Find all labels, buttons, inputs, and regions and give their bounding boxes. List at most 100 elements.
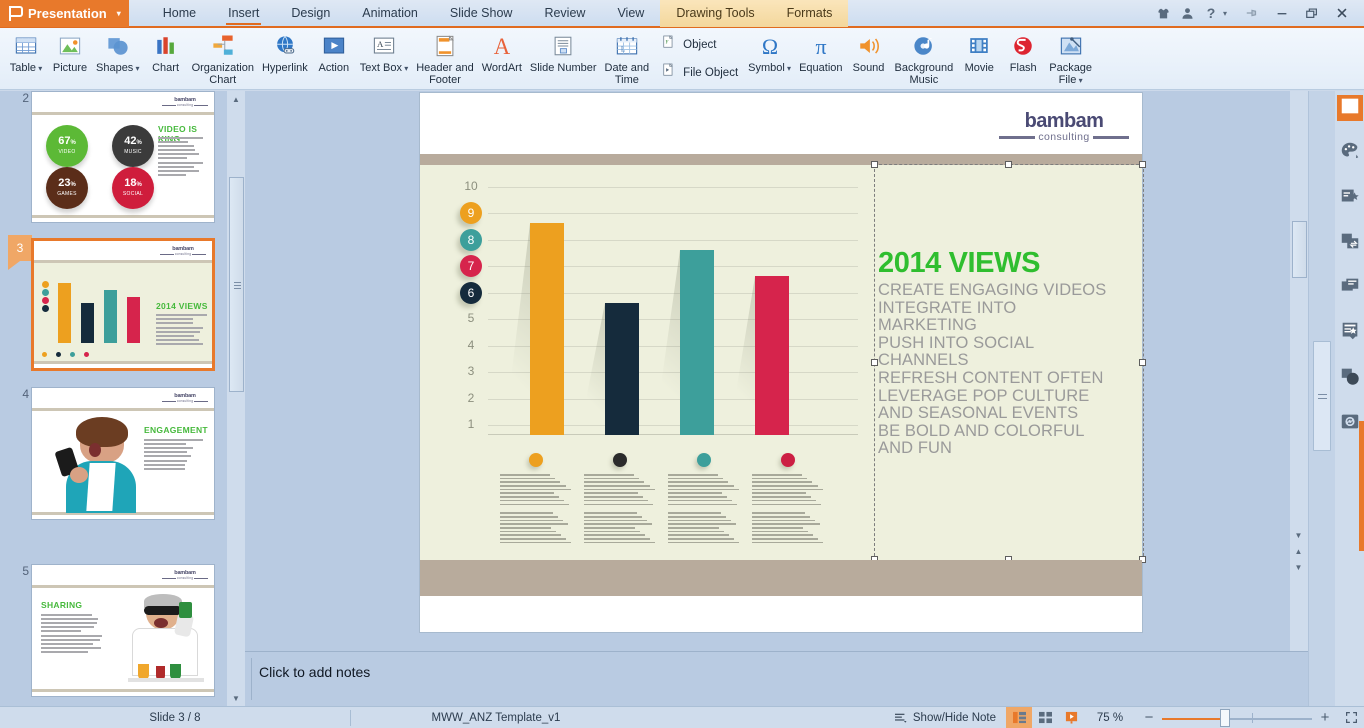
- ribbon-flash-button[interactable]: Flash: [1001, 28, 1045, 90]
- rail-grip-icon[interactable]: [1313, 341, 1331, 451]
- ribbon-slide-number-button[interactable]: Slide Number: [526, 28, 601, 90]
- slide-thumbnail-2[interactable]: 2 bambam consulting 67% VIDEO 42% MUSIC 23% GAME…: [31, 91, 215, 223]
- shirt-icon[interactable]: [1152, 1, 1174, 25]
- ribbon-table-button[interactable]: Table ▾: [4, 28, 48, 90]
- chevron-down-icon[interactable]: ▾: [36, 64, 42, 73]
- ribbon-picture-button[interactable]: Picture: [48, 28, 92, 90]
- selection-handle[interactable]: [871, 161, 878, 168]
- chevron-down-icon[interactable]: ▾: [1076, 76, 1082, 85]
- task-pane-rail[interactable]: [1308, 91, 1364, 706]
- thumbnail-preview[interactable]: bambam consulting 67% VIDEO 42% MUSIC 23% GAMES…: [31, 91, 215, 223]
- thumbnail-preview[interactable]: bambam consulting ENGAGEMENT: [31, 387, 215, 520]
- slide-number-icon: [549, 31, 577, 61]
- bar-chart[interactable]: 10 9 8 7 6 5 4 3 2 1: [458, 179, 858, 443]
- menu-item-drawing-tools[interactable]: Drawing Tools: [660, 0, 770, 27]
- slide-thumbnail-5[interactable]: 5 bambam consulting SHARING: [31, 564, 215, 697]
- menu-item-view[interactable]: View: [601, 0, 660, 27]
- user-icon[interactable]: [1176, 1, 1198, 25]
- editor-scroll-thumb[interactable]: [1292, 221, 1307, 278]
- design-palette-button[interactable]: [1337, 140, 1363, 166]
- close-icon[interactable]: [1328, 1, 1356, 25]
- pin-icon[interactable]: [1238, 1, 1266, 25]
- slide-sorter-view-button[interactable]: [1032, 707, 1058, 728]
- slide-master-button[interactable]: [1337, 275, 1363, 301]
- notes-pane[interactable]: Click to add notes: [245, 651, 1308, 706]
- rail-splitter[interactable]: [1309, 91, 1335, 706]
- notes-placeholder[interactable]: Click to add notes: [259, 664, 370, 680]
- selection-handle[interactable]: [871, 359, 878, 366]
- previous-slide-icon[interactable]: ▼: [1290, 527, 1307, 543]
- ribbon-date-and-time-button[interactable]: L Date and Time: [601, 28, 654, 90]
- app-brand-button[interactable]: Presentation ▾: [0, 0, 129, 27]
- ribbon-shapes-button[interactable]: Shapes ▾: [92, 28, 144, 90]
- menu-item-insert[interactable]: Insert: [212, 0, 275, 27]
- ribbon-object-button[interactable]: F Object: [659, 31, 738, 59]
- help-dropdown-icon[interactable]: ▾: [1214, 1, 1236, 25]
- stat-circle: 18% SOCIAL: [112, 167, 154, 209]
- ribbon-organization-chart-button[interactable]: Organization Chart: [188, 28, 258, 90]
- transition-button[interactable]: [1337, 230, 1363, 256]
- menu-item-formats[interactable]: Formats: [771, 0, 849, 27]
- thumbnail-scrollbar[interactable]: ▲ ▼: [227, 91, 245, 706]
- show-hide-note-button[interactable]: Show/Hide Note: [894, 707, 1006, 728]
- animation-button[interactable]: [1337, 185, 1363, 211]
- ribbon-wordart-button[interactable]: A WordArt: [478, 28, 526, 90]
- slideshow-view-button[interactable]: [1058, 707, 1084, 728]
- slide-canvas[interactable]: bambam consulting 10 9 8 7 6 5 4 3 2 1 2014 VIEWS: [420, 93, 1142, 632]
- ribbon-header-and-footer-button[interactable]: Header and Footer: [412, 28, 478, 90]
- slide-layout-button[interactable]: [1337, 95, 1363, 121]
- slide-editor-area[interactable]: bambam consulting 10 9 8 7 6 5 4 3 2 1 2014 VIEWS: [245, 91, 1308, 651]
- selection-handle[interactable]: [1005, 161, 1012, 168]
- menu-item-review[interactable]: Review: [528, 0, 601, 27]
- text-placeholder-selected[interactable]: 2014 VIEWS CREATE ENGAGING VIDEOS INTEGRA…: [875, 165, 1143, 560]
- chevron-down-icon[interactable]: ▾: [133, 64, 139, 73]
- thumbnail-scroll-thumb[interactable]: [229, 177, 244, 392]
- zoom-out-button[interactable]: −: [1136, 707, 1162, 728]
- chart-ytick-5: 5: [458, 311, 484, 325]
- slide-thumbnail-4[interactable]: 4 bambam consulting ENGAGEMENT: [31, 387, 215, 520]
- selection-handle[interactable]: [1139, 359, 1146, 366]
- ribbon-movie-button[interactable]: Movie: [957, 28, 1001, 90]
- menu-item-animation[interactable]: Animation: [346, 0, 434, 27]
- zoom-slider[interactable]: [1162, 707, 1312, 728]
- thumbnail-preview[interactable]: bambam consulting 2014 VIEWS: [31, 238, 215, 371]
- scroll-up-icon[interactable]: ▲: [227, 91, 245, 107]
- minimize-icon[interactable]: [1268, 1, 1296, 25]
- ribbon-text-box-button[interactable]: A Text Box ▾: [356, 28, 412, 90]
- restore-icon[interactable]: [1298, 1, 1326, 25]
- fit-to-window-button[interactable]: [1338, 707, 1364, 728]
- chevron-down-icon[interactable]: ▾: [402, 64, 408, 73]
- stat-circle: 42% MUSIC: [112, 125, 154, 167]
- zoom-in-button[interactable]: +: [1312, 707, 1338, 728]
- ribbon-file-object-button[interactable]: File Object: [659, 59, 738, 87]
- ribbon-package-file-button[interactable]: Package File ▾: [1045, 28, 1096, 90]
- slide-thumbnail-pane[interactable]: 2 bambam consulting 67% VIDEO 42% MUSIC 23% GAME…: [0, 91, 245, 706]
- ribbon-hyperlink-button[interactable]: Hyperlink: [258, 28, 312, 90]
- selection-handle[interactable]: [1139, 161, 1146, 168]
- ribbon-sound-button[interactable]: Sound: [847, 28, 891, 90]
- next-slide-icon[interactable]: ▼: [1290, 559, 1307, 575]
- slide-thumbnail-3[interactable]: 3 bambam consulting 2014 VIEWS: [31, 238, 215, 371]
- ribbon-background-music-button[interactable]: Background Music: [891, 28, 958, 90]
- chevron-down-icon[interactable]: ▾: [785, 64, 791, 73]
- menu-item-home[interactable]: Home: [147, 0, 212, 27]
- nav-dot-icon[interactable]: ▲: [1290, 543, 1307, 559]
- thumbnail-preview[interactable]: bambam consulting SHARING: [31, 564, 215, 697]
- ribbon-symbol-button[interactable]: Ω Symbol ▾: [744, 28, 795, 90]
- normal-view-button[interactable]: [1006, 707, 1032, 728]
- body-line: PUSH INTO SOCIAL: [878, 335, 1143, 353]
- chevron-down-icon[interactable]: ▾: [117, 9, 121, 18]
- shape-format-button[interactable]: [1337, 365, 1363, 391]
- template-button[interactable]: [1337, 320, 1363, 346]
- shape-format-icon: [1339, 365, 1361, 392]
- ribbon-chart-button[interactable]: Chart: [144, 28, 188, 90]
- ribbon-label: Shapes ▾: [96, 62, 140, 75]
- slide-nav-buttons[interactable]: ▼ ▲ ▼: [1290, 527, 1307, 575]
- ribbon-action-button[interactable]: Action: [312, 28, 356, 90]
- menu-item-slide-show[interactable]: Slide Show: [434, 0, 529, 27]
- menu-item-design[interactable]: Design: [275, 0, 346, 27]
- slide-count-label: Slide 3 / 8: [0, 707, 350, 728]
- scroll-down-icon[interactable]: ▼: [227, 690, 245, 706]
- ribbon-equation-button[interactable]: π Equation: [795, 28, 846, 90]
- zoom-slider-handle[interactable]: [1220, 709, 1230, 727]
